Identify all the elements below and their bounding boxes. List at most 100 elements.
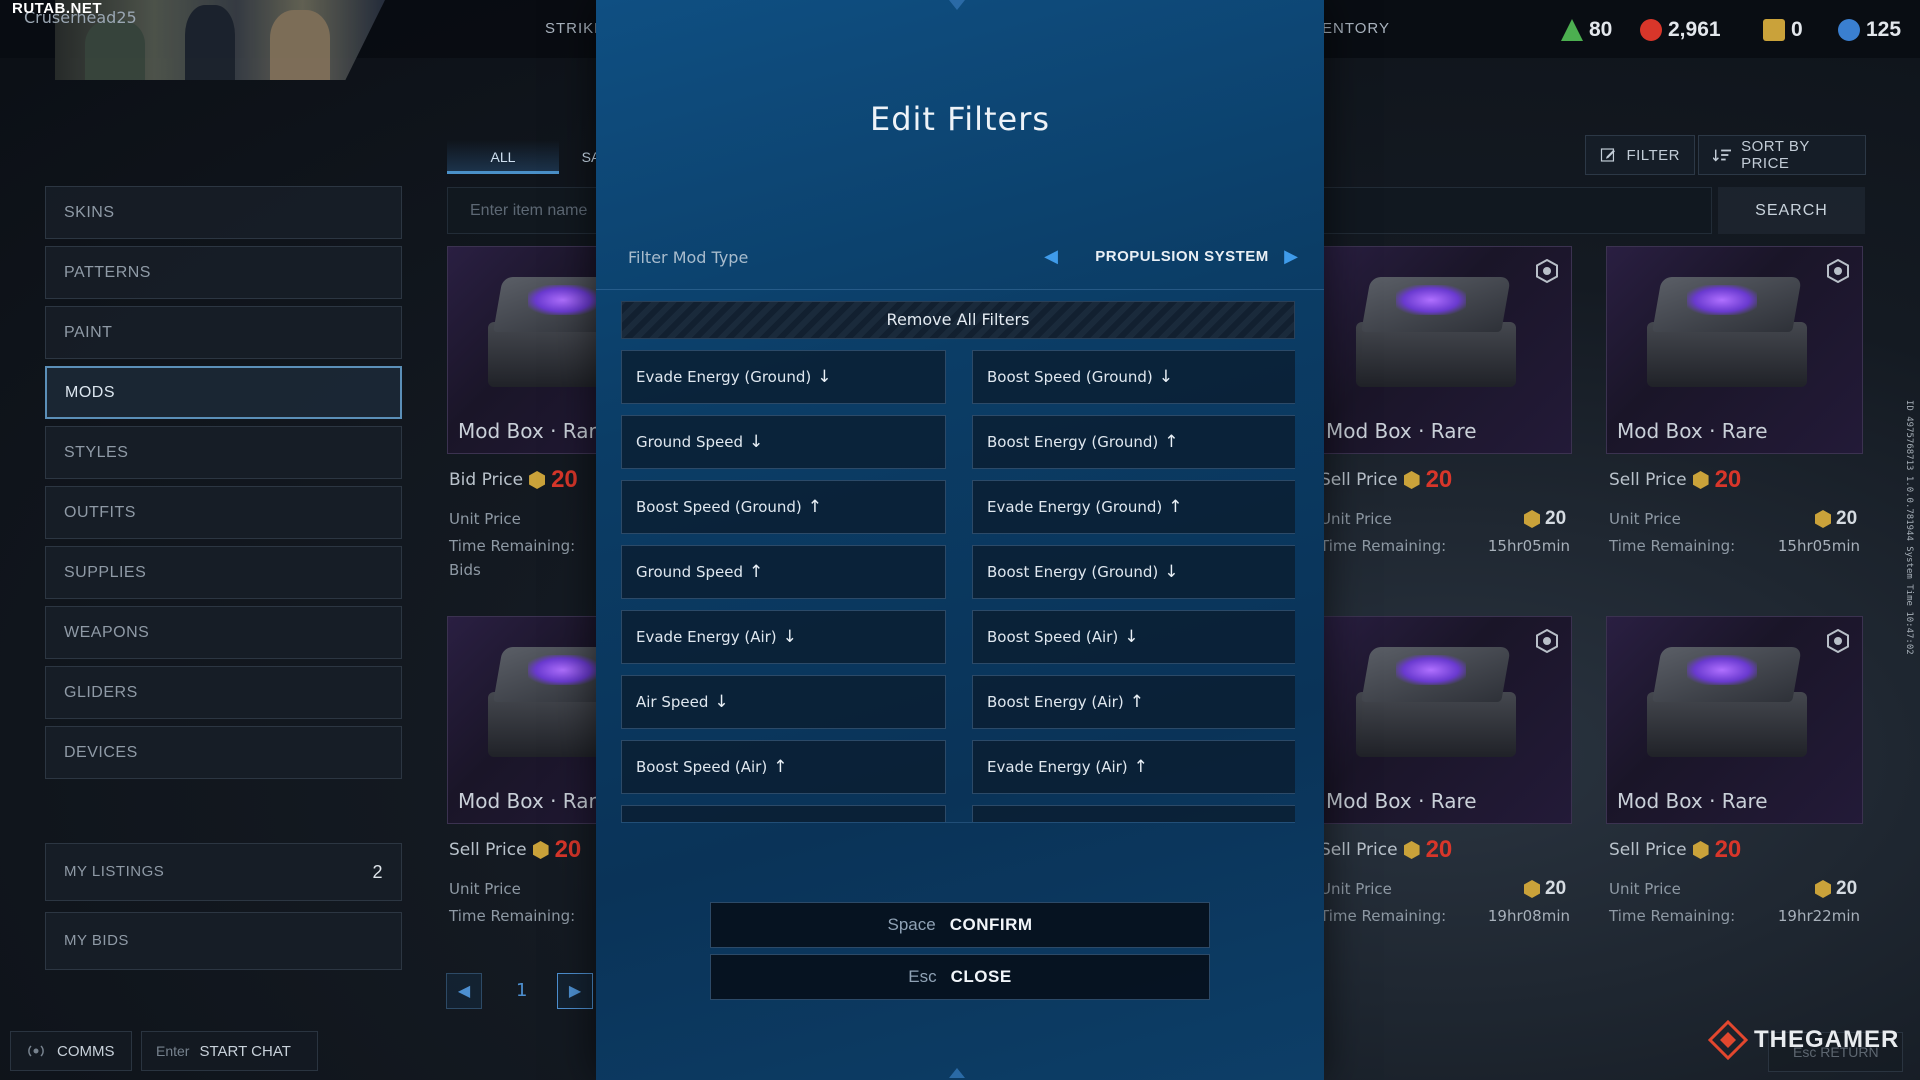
scroll-down-indicator xyxy=(949,1068,965,1078)
filter-option[interactable]: Evade Energy (Ground) ↓ xyxy=(621,350,946,404)
currency-value: 0 xyxy=(1791,18,1803,41)
sidebar-item-supplies[interactable]: SUPPLIES xyxy=(45,546,402,599)
time-remaining-value: 15hr05min xyxy=(1487,537,1570,555)
item-title: Mod Box · Rare xyxy=(1326,419,1477,443)
prev-page-button[interactable]: ◀ xyxy=(446,973,482,1009)
item-card-image[interactable]: Mod Box · Rare xyxy=(1315,616,1572,824)
direction-arrow-icon: ↓ xyxy=(748,432,764,452)
hexagon-badge-icon xyxy=(1536,259,1558,283)
triangle-currency-icon xyxy=(1561,19,1583,41)
item-card-image[interactable]: Mod Box · Rare xyxy=(1315,246,1572,454)
start-chat-label: START CHAT xyxy=(199,1042,291,1060)
sort-by-price-button[interactable]: SORT BY PRICE xyxy=(1698,135,1866,175)
direction-arrow-icon: ↓ xyxy=(1164,562,1179,582)
filter-label: Evade Energy (Air) xyxy=(987,758,1128,776)
filter-option[interactable] xyxy=(972,805,1295,822)
mod-box-icon xyxy=(1356,647,1516,757)
filter-option[interactable]: Evade Energy (Air) ↑ xyxy=(972,740,1295,794)
watermark-text: THEGAMER xyxy=(1754,1026,1900,1053)
filter-option[interactable]: Boost Speed (Air) ↑ xyxy=(621,740,946,794)
filter-option[interactable]: Ground Speed ↑ xyxy=(621,545,946,599)
filter-option[interactable] xyxy=(621,805,946,822)
sidebar-item-patterns[interactable]: PATTERNS xyxy=(45,246,402,299)
item-card-image[interactable]: Mod Box · Rare xyxy=(1606,616,1863,824)
sidebar-item-devices[interactable]: DEVICES xyxy=(45,726,402,779)
mod-type-next-button[interactable]: ▶ xyxy=(1281,246,1301,268)
modal-title: Edit Filters xyxy=(869,100,1051,138)
nav-inventory[interactable]: ENTORY xyxy=(1322,20,1390,37)
filter-label: Boost Energy (Ground) xyxy=(987,433,1159,451)
remove-all-filters-button[interactable]: Remove All Filters xyxy=(621,301,1295,339)
time-remaining-label: Time Remaining: xyxy=(449,907,576,925)
price-row: Sell Price 20 xyxy=(1320,836,1452,864)
my-listings-button[interactable]: MY LISTINGS 2 xyxy=(45,843,402,901)
filter-label: Boost Energy (Ground) xyxy=(987,563,1159,581)
filter-option[interactable]: Boost Energy (Ground) ↑ xyxy=(972,415,1295,469)
my-bids-button[interactable]: MY BIDS xyxy=(45,912,402,970)
sidebar-item-outfits[interactable]: OUTFITS xyxy=(45,486,402,539)
list-bottom-edge xyxy=(621,822,1295,834)
direction-arrow-icon: ↓ xyxy=(1158,367,1174,387)
item-title: Mod Box · Rare xyxy=(1617,419,1768,443)
item-card-image[interactable]: Mod Box · Rare xyxy=(1606,246,1863,454)
filter-mod-type-value: PROPULSION SYSTEM xyxy=(1095,248,1269,265)
time-remaining-value: 19hr08min xyxy=(1487,907,1570,925)
comms-button[interactable]: COMMS xyxy=(10,1031,132,1071)
item-title: Mod Box · Rare xyxy=(458,419,609,443)
price-row: Sell Price 20 xyxy=(1320,466,1452,494)
unit-price-value: 20 xyxy=(1524,878,1566,900)
blue-currency-icon xyxy=(1838,19,1860,41)
unit-price-value: 20 xyxy=(1815,508,1857,530)
direction-arrow-icon: ↑ xyxy=(1168,497,1183,517)
tab-all[interactable]: ALL xyxy=(447,140,559,174)
search-button[interactable]: SEARCH xyxy=(1718,187,1865,234)
unit-price-number: 20 xyxy=(1836,878,1858,899)
direction-arrow-icon: ↑ xyxy=(773,757,788,777)
filter-option[interactable]: Boost Speed (Ground) ↓ xyxy=(972,350,1295,404)
time-remaining-label: Time Remaining: xyxy=(1320,537,1447,555)
bids-label: Bids xyxy=(449,561,481,579)
sidebar-item-skins[interactable]: SKINS xyxy=(45,186,402,239)
filter-option[interactable]: Evade Energy (Air) ↓ xyxy=(621,610,946,664)
unit-price-number: 20 xyxy=(1545,878,1567,899)
time-remaining-label: Time Remaining: xyxy=(1609,537,1736,555)
filter-option[interactable]: Ground Speed ↓ xyxy=(621,415,946,469)
direction-arrow-icon: ↑ xyxy=(1164,432,1179,452)
direction-arrow-icon: ↓ xyxy=(817,367,832,387)
filter-label: Evade Energy (Ground) xyxy=(987,498,1163,516)
page-number[interactable]: 1 xyxy=(516,980,527,1001)
hexagon-badge-icon xyxy=(1536,629,1558,653)
arrow-right-icon: ▶ xyxy=(1284,246,1298,267)
sidebar-item-styles[interactable]: STYLES xyxy=(45,426,402,479)
filter-option[interactable]: Boost Speed (Air) ↓ xyxy=(972,610,1295,664)
filter-option[interactable]: Boost Speed (Ground) ↑ xyxy=(621,480,946,534)
filter-button[interactable]: FILTER xyxy=(1585,135,1695,175)
price-row: Sell Price 20 xyxy=(1609,836,1741,864)
close-button[interactable]: Esc CLOSE xyxy=(710,954,1210,1000)
filter-button-label: FILTER xyxy=(1626,146,1680,164)
filter-list: Evade Energy (Ground) ↓ Boost Speed (Grou… xyxy=(621,350,1295,822)
price-label: Sell Price xyxy=(1320,840,1398,860)
sidebar-item-weapons[interactable]: WEAPONS xyxy=(45,606,402,659)
time-remaining-value: 19hr22min xyxy=(1777,907,1860,925)
confirm-button[interactable]: Space CONFIRM xyxy=(710,902,1210,948)
currency-gold: 0 xyxy=(1763,18,1803,42)
filter-option[interactable]: Evade Energy (Ground) ↑ xyxy=(972,480,1295,534)
filter-option[interactable]: Boost Energy (Ground) ↓ xyxy=(972,545,1295,599)
sidebar-item-gliders[interactable]: GLIDERS xyxy=(45,666,402,719)
currency-value: 125 xyxy=(1866,18,1902,41)
direction-arrow-icon: ↓ xyxy=(782,627,797,647)
next-page-button[interactable]: ▶ xyxy=(557,973,593,1009)
coin-icon xyxy=(1815,510,1831,528)
sidebar-item-mods[interactable]: MODS xyxy=(45,366,402,419)
sidebar-item-paint[interactable]: PAINT xyxy=(45,306,402,359)
price-value: 20 xyxy=(1425,466,1453,493)
filter-option[interactable]: Air Speed ↓ xyxy=(621,675,946,729)
esc-key-hint: Esc xyxy=(908,967,937,986)
unit-price-label: Unit Price xyxy=(449,880,521,898)
item-title: Mod Box · Rare xyxy=(458,789,609,813)
unit-price-number: 20 xyxy=(1545,508,1567,529)
filter-option[interactable]: Boost Energy (Air) ↑ xyxy=(972,675,1295,729)
start-chat-button[interactable]: Enter START CHAT xyxy=(141,1031,318,1071)
scroll-up-indicator xyxy=(949,0,965,10)
